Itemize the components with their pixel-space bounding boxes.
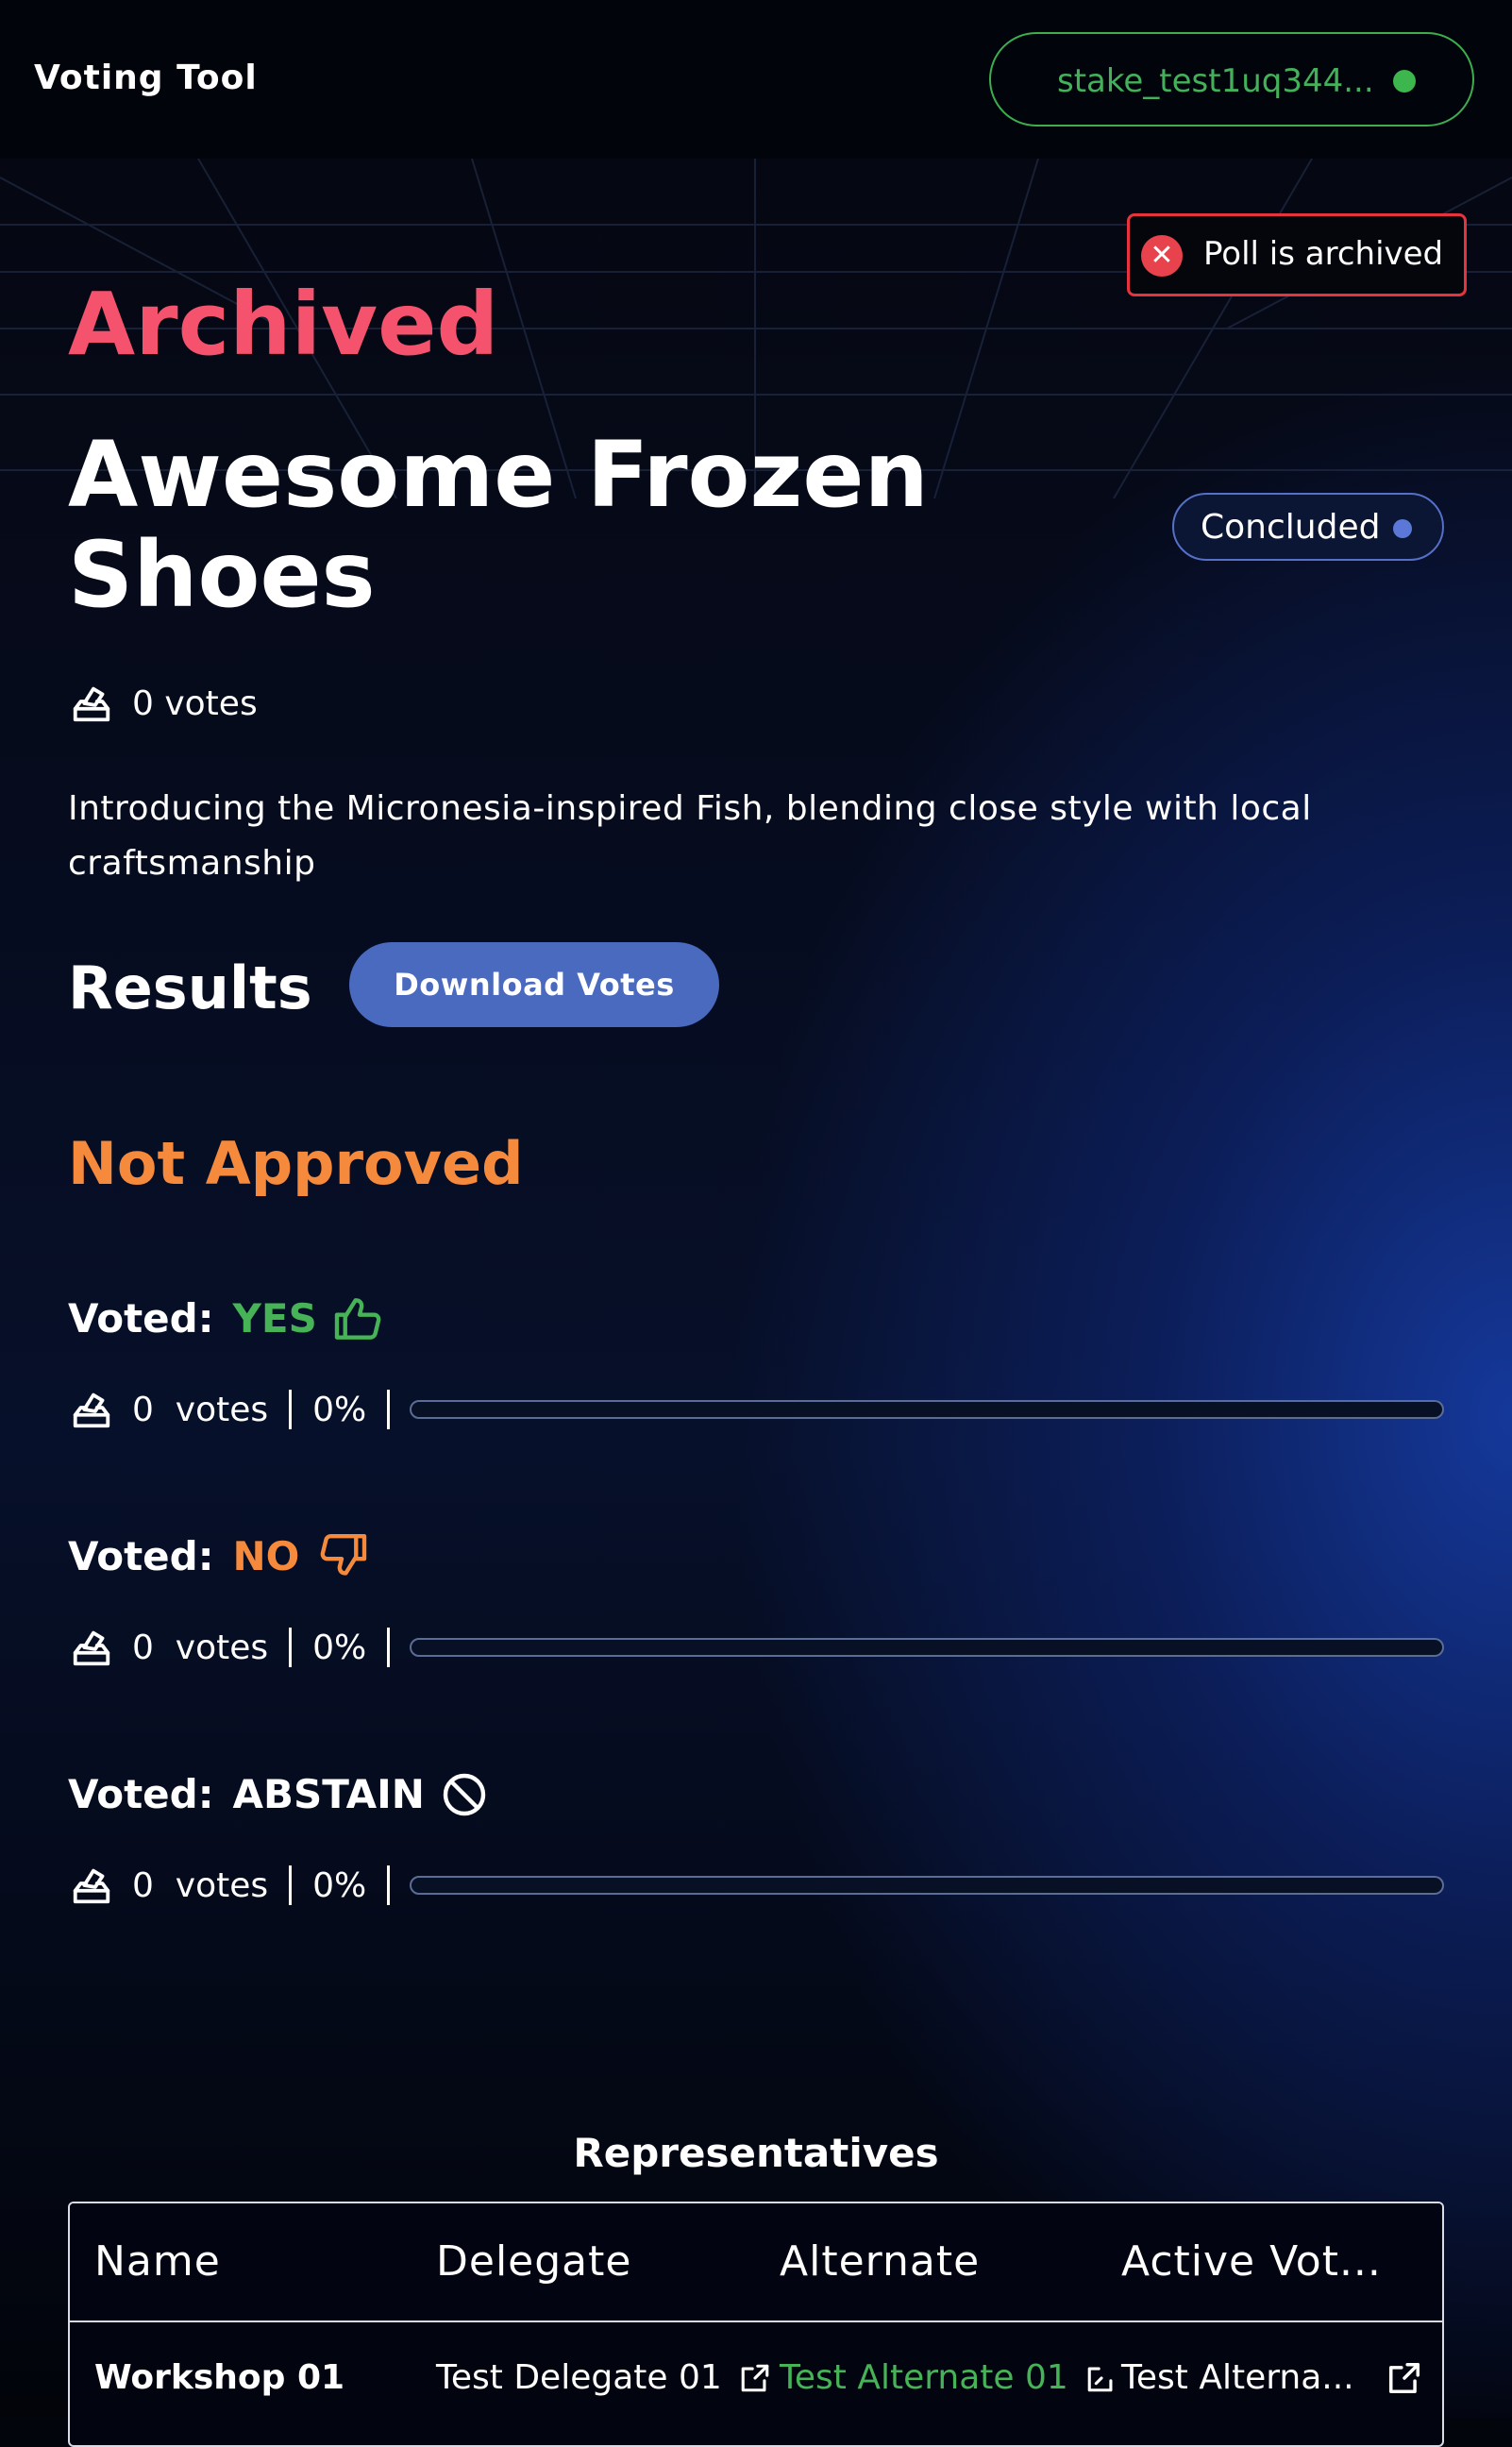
divider <box>289 1865 293 1905</box>
divider <box>289 1390 293 1429</box>
active-voter-name: Test Alterna... <box>1121 2358 1354 2397</box>
vote-count: 0 <box>132 1628 154 1667</box>
phase-badge: Concluded <box>1172 493 1444 561</box>
toast-message: Poll is archived <box>1203 235 1444 273</box>
phase-badge-dot <box>1393 519 1412 538</box>
thumbs-down-icon <box>321 1533 367 1576</box>
ballot-box-icon <box>73 1392 110 1428</box>
top-bar: Voting Tool stake_test1uq344... <box>0 0 1512 159</box>
option-choice: NO <box>232 1533 300 1579</box>
vote-percent: 0% <box>312 1390 367 1429</box>
vote-percent: 0% <box>312 1628 367 1667</box>
vote-count: 0 <box>132 1390 154 1429</box>
vote-count: 0 <box>132 1865 154 1905</box>
close-circle-icon[interactable]: ✕ <box>1141 235 1183 277</box>
vote-unit: votes <box>175 1390 269 1429</box>
poll-outcome: Not Approved <box>68 1129 524 1198</box>
ballot-box-icon <box>73 1868 110 1904</box>
external-link-icon[interactable] <box>739 2362 771 2394</box>
divider <box>387 1628 391 1667</box>
option-prefix: Voted: <box>68 1771 214 1817</box>
total-votes: 0 votes <box>70 682 258 725</box>
column-header-alternate[interactable]: Alternate <box>780 2237 980 2286</box>
results-heading: Results <box>68 953 312 1022</box>
vote-unit: votes <box>175 1865 269 1905</box>
cell-alternate[interactable]: Test Alternate 01 <box>780 2358 1117 2397</box>
representatives-title: Representatives <box>573 2130 939 2176</box>
delegate-name: Test Delegate 01 <box>436 2358 722 2397</box>
column-header-active-voter[interactable]: Active Vot... <box>1121 2237 1382 2286</box>
option-abstain-stats: 0 votes 0% <box>70 1864 411 1907</box>
thumbs-up-icon <box>334 1297 381 1340</box>
option-no-stats: 0 votes 0% <box>70 1626 411 1669</box>
alternate-name: Test Alternate 01 <box>780 2358 1068 2397</box>
divider <box>387 1865 391 1905</box>
option-choice: YES <box>232 1295 317 1342</box>
poll-status-heading: Archived <box>68 274 499 375</box>
progress-bar-yes <box>410 1400 1444 1419</box>
wallet-status-dot <box>1393 70 1416 93</box>
table-header: Name Delegate Alternate Active Vot... <box>70 2203 1442 2322</box>
total-votes-label: 0 votes <box>132 683 258 723</box>
phase-badge-label: Concluded <box>1201 508 1381 547</box>
poll-title: Awesome Frozen Shoes <box>68 422 929 628</box>
option-no-label: Voted: NO <box>68 1533 367 1579</box>
progress-bar-abstain <box>410 1876 1444 1895</box>
app-brand[interactable]: Voting Tool <box>34 59 258 97</box>
option-prefix: Voted: <box>68 1533 214 1579</box>
external-link-icon[interactable] <box>1386 2360 1422 2396</box>
option-yes-stats: 0 votes 0% <box>70 1388 411 1431</box>
cell-delegate[interactable]: Test Delegate 01 <box>436 2358 771 2397</box>
archived-toast: ✕ Poll is archived <box>1127 213 1467 296</box>
option-yes-label: Voted: YES <box>68 1295 385 1342</box>
option-abstain-label: Voted: ABSTAIN <box>68 1771 487 1817</box>
cell-name: Workshop 01 <box>94 2358 345 2397</box>
option-choice: ABSTAIN <box>232 1771 425 1817</box>
ballot-box-icon <box>73 686 110 722</box>
ballot-box-icon <box>73 1630 110 1666</box>
poll-description: Introducing the Micronesia-inspired Fish… <box>68 789 1312 883</box>
progress-bar-no <box>410 1638 1444 1657</box>
column-header-name[interactable]: Name <box>94 2237 221 2286</box>
download-votes-button[interactable]: Download Votes <box>349 942 719 1027</box>
vote-percent: 0% <box>312 1865 367 1905</box>
wallet-button[interactable]: stake_test1uq344... <box>989 32 1474 127</box>
external-link-icon[interactable] <box>1085 2362 1117 2394</box>
option-prefix: Voted: <box>68 1295 214 1342</box>
divider <box>387 1390 391 1429</box>
representatives-table: Name Delegate Alternate Active Vot... Wo… <box>68 2202 1444 2447</box>
vote-unit: votes <box>175 1628 269 1667</box>
column-header-delegate[interactable]: Delegate <box>436 2237 631 2286</box>
wallet-address: stake_test1uq344... <box>1057 62 1374 100</box>
prohibited-icon <box>443 1773 486 1815</box>
divider <box>289 1628 293 1667</box>
cell-active-voter[interactable]: Test Alterna... <box>1121 2358 1422 2397</box>
